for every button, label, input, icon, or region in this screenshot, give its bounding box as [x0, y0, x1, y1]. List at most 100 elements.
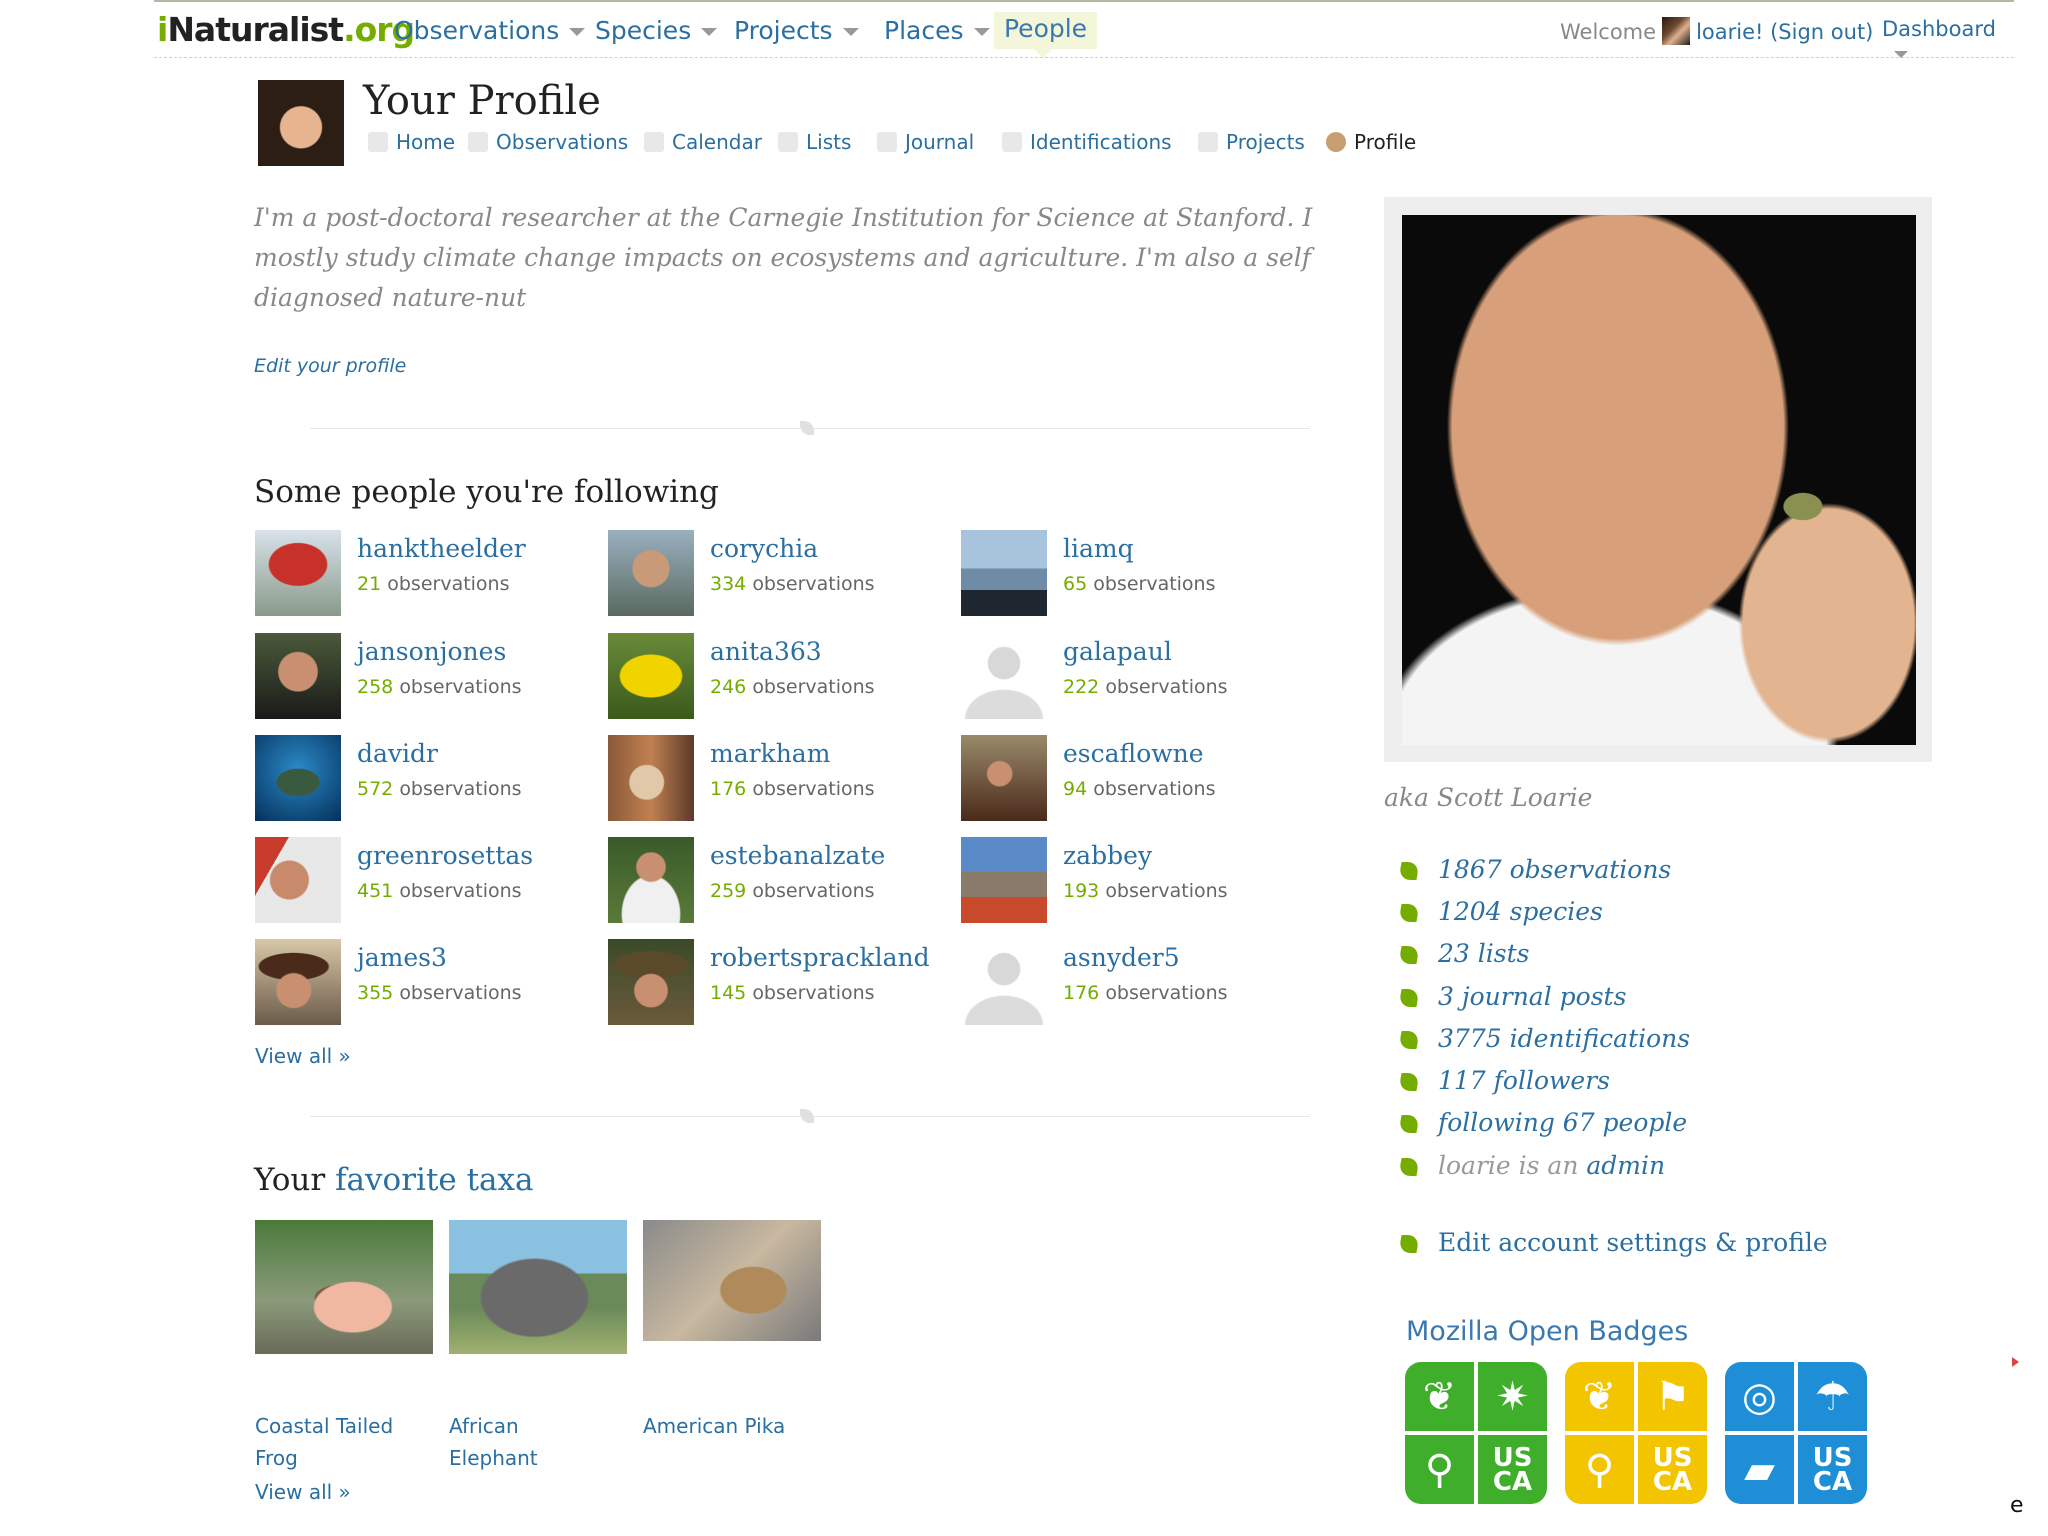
- search-icon: ⚲: [1405, 1435, 1474, 1504]
- list-item[interactable]: liamq 65 observations: [961, 530, 1301, 616]
- taxon-card[interactable]: Coastal Tailed Frog: [255, 1220, 433, 1470]
- stat-species[interactable]: 1204 species: [1398, 897, 1900, 937]
- badge-blue[interactable]: ◎ ☂ ▰ US CA: [1725, 1362, 1867, 1504]
- username-link[interactable]: zabbey: [1063, 841, 1152, 870]
- username-link[interactable]: loarie!: [1696, 20, 1763, 44]
- avatar[interactable]: [255, 837, 341, 923]
- list-item[interactable]: robertsprackland 145 observations: [608, 939, 948, 1025]
- avatar[interactable]: [255, 939, 341, 1025]
- username-link[interactable]: jansonjones: [357, 637, 506, 666]
- sign-out-link[interactable]: (Sign out): [1770, 20, 1873, 44]
- avatar[interactable]: [608, 939, 694, 1025]
- profile-photo-frame: [1384, 197, 1932, 762]
- taxon-name-link[interactable]: American Pika: [643, 1410, 793, 1442]
- avatar[interactable]: [608, 837, 694, 923]
- section-divider: [310, 1109, 1310, 1123]
- list-item[interactable]: anita363 246 observations: [608, 633, 948, 719]
- nav-projects[interactable]: Projects: [734, 16, 859, 45]
- list-item[interactable]: jansonjones 258 observations: [255, 633, 595, 719]
- favorite-taxa-link[interactable]: favorite taxa: [335, 1162, 533, 1198]
- profile-avatar[interactable]: [258, 80, 344, 166]
- mushroom-icon: ☂: [1798, 1362, 1867, 1431]
- view-all-taxa-link[interactable]: View all »: [255, 1480, 351, 1504]
- avatar[interactable]: [961, 735, 1047, 821]
- avatar[interactable]: [608, 633, 694, 719]
- inaturalist-logo[interactable]: iNaturalist.org: [157, 10, 415, 49]
- default-avatar-icon[interactable]: [961, 939, 1047, 1025]
- observation-count: 572 observations: [357, 778, 522, 800]
- avatar[interactable]: [961, 837, 1047, 923]
- list-item[interactable]: markham 176 observations: [608, 735, 948, 821]
- tab-observations[interactable]: Observations: [468, 130, 628, 154]
- username-link[interactable]: liamq: [1063, 534, 1134, 563]
- list-item[interactable]: hanktheelder 21 observations: [255, 530, 595, 616]
- stat-lists[interactable]: 23 lists: [1398, 939, 1900, 979]
- leaf-icon: [1398, 904, 1420, 922]
- taxon-photo[interactable]: [449, 1220, 627, 1354]
- nav-places[interactable]: Places: [884, 16, 990, 45]
- list-item[interactable]: asnyder5 176 observations: [961, 939, 1301, 1025]
- username-link[interactable]: james3: [357, 943, 447, 972]
- taxon-card[interactable]: American Pika: [643, 1220, 821, 1438]
- username-link[interactable]: escaflowne: [1063, 739, 1204, 768]
- stat-journal-posts[interactable]: 3 journal posts: [1398, 982, 1900, 1022]
- nav-species[interactable]: Species: [595, 16, 718, 45]
- list-item[interactable]: estebanalzate 259 observations: [608, 837, 948, 923]
- tab-calendar[interactable]: Calendar: [644, 130, 762, 154]
- taxon-photo[interactable]: [255, 1220, 433, 1354]
- edit-account-link[interactable]: Edit account settings & profile: [1398, 1228, 1828, 1257]
- username-link[interactable]: estebanalzate: [710, 841, 885, 870]
- list-item[interactable]: galapaul 222 observations: [961, 633, 1301, 719]
- default-avatar-icon[interactable]: [961, 633, 1047, 719]
- tab-lists[interactable]: Lists: [778, 130, 851, 154]
- observation-count: 334 observations: [710, 573, 875, 595]
- username-link[interactable]: markham: [710, 739, 830, 768]
- list-item[interactable]: davidr 572 observations: [255, 735, 595, 821]
- badge-yellow[interactable]: ❦ ⚑ ⚲ US CA: [1565, 1362, 1707, 1504]
- username-link[interactable]: anita363: [710, 637, 822, 666]
- stat-identifications[interactable]: 3775 identifications: [1398, 1024, 1900, 1064]
- username-link[interactable]: hanktheelder: [357, 534, 526, 563]
- username-link[interactable]: greenrosettas: [357, 841, 533, 870]
- username-link[interactable]: davidr: [357, 739, 438, 768]
- chevron-down-icon: [842, 28, 859, 36]
- taxon-card[interactable]: African Elephant: [449, 1220, 627, 1470]
- tab-projects[interactable]: Projects: [1198, 130, 1305, 154]
- avatar[interactable]: [961, 530, 1047, 616]
- nav-observations[interactable]: Observations: [394, 16, 586, 45]
- stat-observations[interactable]: 1867 observations: [1398, 855, 1900, 895]
- list-item[interactable]: greenrosettas 451 observations: [255, 837, 595, 923]
- badge-green[interactable]: ❦ ✷ ⚲ US CA: [1405, 1362, 1547, 1504]
- taxon-name-link[interactable]: African Elephant: [449, 1410, 599, 1474]
- avatar[interactable]: [255, 633, 341, 719]
- taxon-name-link[interactable]: Coastal Tailed Frog: [255, 1410, 405, 1474]
- identification-icon: [1002, 132, 1022, 152]
- avatar[interactable]: [608, 735, 694, 821]
- admin-link[interactable]: admin: [1586, 1151, 1665, 1180]
- nav-people[interactable]: People: [994, 12, 1098, 58]
- stat-following[interactable]: following 67 people: [1398, 1108, 1900, 1148]
- tab-profile[interactable]: Profile: [1326, 130, 1416, 154]
- observation-count: 65 observations: [1063, 573, 1216, 595]
- username-link[interactable]: galapaul: [1063, 637, 1172, 666]
- avatar[interactable]: [255, 735, 341, 821]
- list-item[interactable]: james3 355 observations: [255, 939, 595, 1025]
- username-link[interactable]: robertsprackland: [710, 943, 930, 972]
- avatar[interactable]: [608, 530, 694, 616]
- stat-followers[interactable]: 117 followers: [1398, 1066, 1900, 1106]
- edit-profile-link[interactable]: Edit your profile: [254, 355, 406, 377]
- dashboard-menu[interactable]: Dashboard: [1882, 17, 2014, 65]
- list-item[interactable]: corychia 334 observations: [608, 530, 948, 616]
- list-item[interactable]: zabbey 193 observations: [961, 837, 1301, 923]
- taxon-photo[interactable]: [643, 1220, 821, 1341]
- profile-bio: I'm a post-doctoral researcher at the Ca…: [254, 203, 1313, 312]
- tab-home[interactable]: Home: [368, 130, 455, 154]
- username-link[interactable]: corychia: [710, 534, 818, 563]
- avatar[interactable]: [255, 530, 341, 616]
- tab-identifications[interactable]: Identifications: [1002, 130, 1172, 154]
- observations-icon: [468, 132, 488, 152]
- tab-journal[interactable]: Journal: [877, 130, 974, 154]
- view-all-following-link[interactable]: View all »: [255, 1044, 351, 1068]
- username-link[interactable]: asnyder5: [1063, 943, 1180, 972]
- list-item[interactable]: escaflowne 94 observations: [961, 735, 1301, 821]
